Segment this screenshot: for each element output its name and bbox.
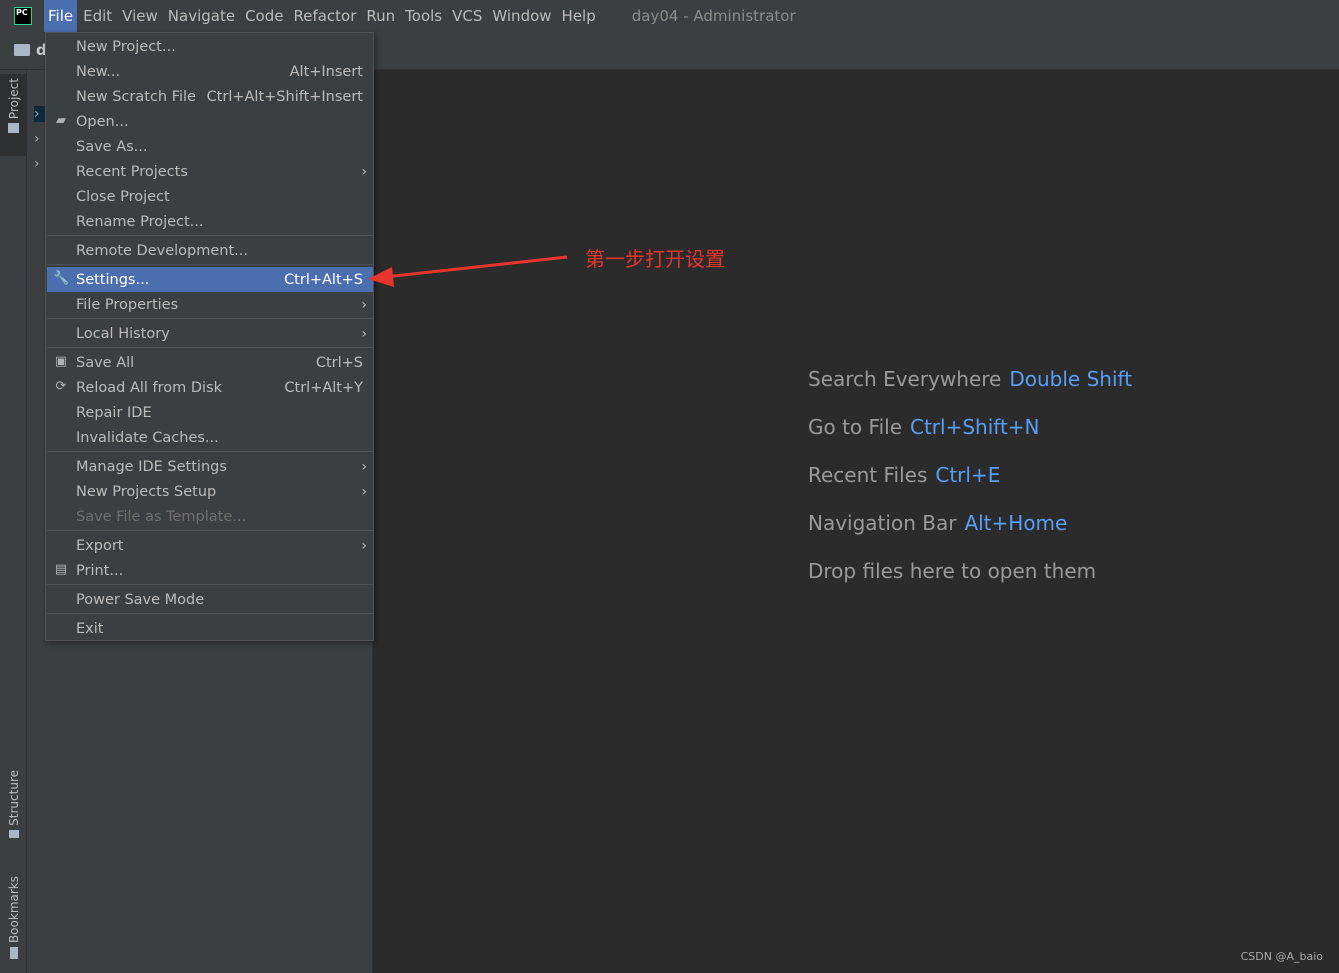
watermark: CSDN @A_baio — [1240, 950, 1323, 963]
annotation-text: 第一步打开设置 — [585, 247, 725, 271]
annotation-arrow — [368, 255, 568, 287]
